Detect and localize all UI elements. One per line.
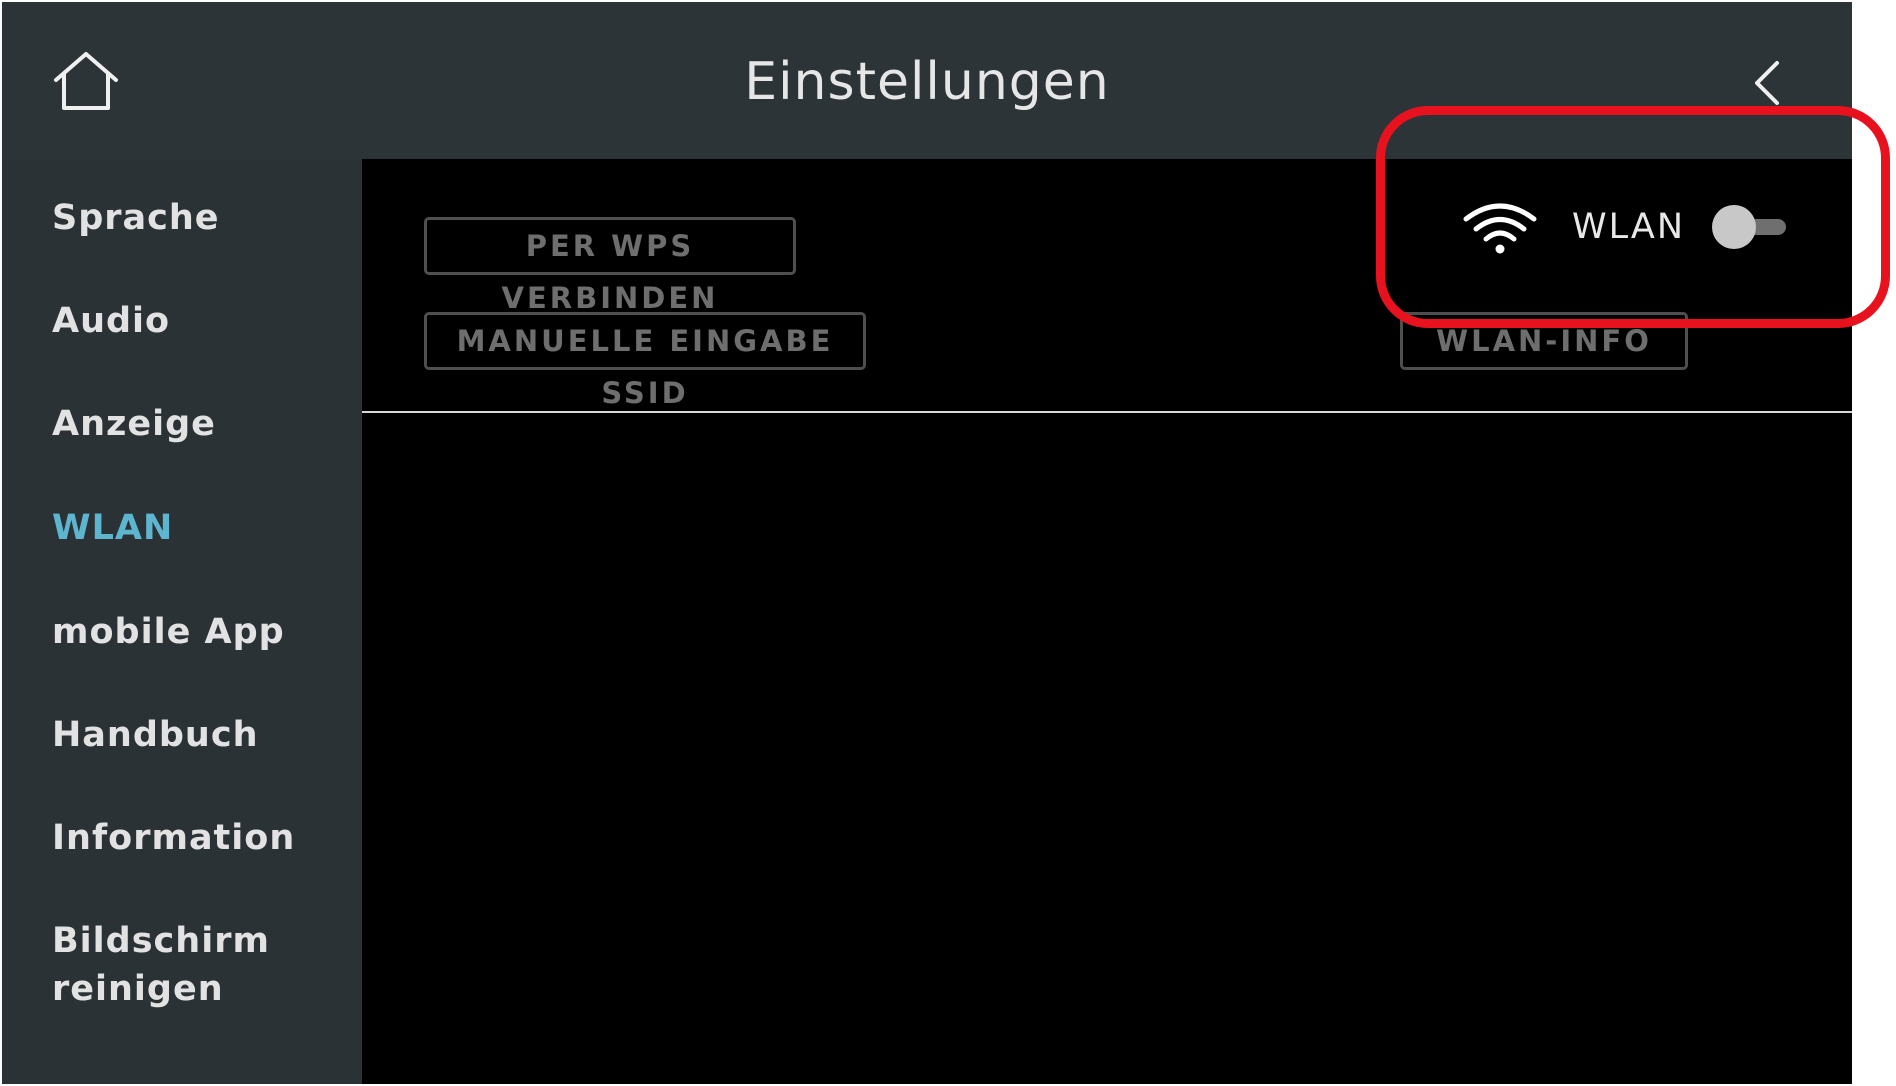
chevron-left-icon [1755, 61, 1779, 105]
wlan-label: WLAN [1572, 207, 1686, 247]
wlan-toggle[interactable] [1712, 205, 1788, 249]
settings-screen: Einstellungen Sprache Audio Anzeige WLAN… [2, 2, 1852, 1084]
sidebar-item-anzeige[interactable]: Anzeige [52, 400, 216, 448]
header-bar: Einstellungen [2, 2, 1852, 159]
sidebar-item-mobile-app[interactable]: mobile App [52, 608, 285, 656]
sidebar-item-information[interactable]: Information [52, 814, 295, 862]
wifi-icon [1463, 203, 1537, 254]
page-title: Einstellungen [744, 52, 1110, 112]
settings-sidebar: Sprache Audio Anzeige WLAN mobile App Ha… [2, 159, 362, 1084]
section-divider [362, 411, 1852, 413]
sidebar-item-handbuch[interactable]: Handbuch [52, 711, 259, 759]
sidebar-item-sprache[interactable]: Sprache [52, 194, 220, 242]
sidebar-item-bildschirm-reinigen[interactable]: Bildschirm reinigen [52, 917, 270, 1013]
sidebar-item-audio[interactable]: Audio [52, 297, 170, 345]
manual-ssid-button[interactable]: MANUELLE EINGABE SSID [424, 312, 866, 410]
wps-connect-button[interactable]: PER WPS VERBINDEN [424, 217, 796, 315]
sidebar-item-wlan[interactable]: WLAN [52, 504, 173, 552]
back-button[interactable] [1747, 58, 1787, 108]
wlan-panel: PER WPS VERBINDEN MANUELLE EINGABE SSID … [362, 159, 1852, 1084]
wlan-info-button[interactable]: WLAN-INFO [1400, 312, 1688, 370]
toggle-thumb [1712, 205, 1756, 249]
